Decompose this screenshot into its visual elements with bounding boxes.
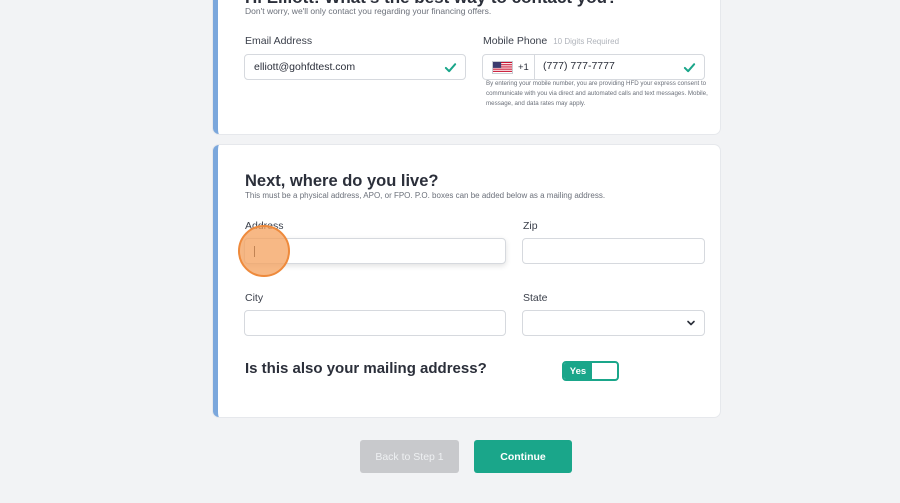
city-input[interactable] (244, 310, 506, 336)
back-to-step-1-button[interactable]: Back to Step 1 (360, 440, 459, 473)
address-card: Next, where do you live? This must be a … (213, 145, 720, 417)
address-heading: Next, where do you live? (245, 172, 439, 190)
us-flag-icon (492, 60, 513, 74)
check-icon (683, 63, 696, 73)
contact-subheading: Don't worry, we'll only contact you rega… (245, 6, 492, 16)
email-label: Email Address (245, 35, 313, 47)
state-label: State (523, 292, 548, 304)
email-value: elliott@gohfdtest.com (254, 61, 356, 73)
mailing-address-toggle[interactable]: Yes (562, 361, 619, 381)
phone-label: Mobile Phone 10 Digits Required (483, 35, 620, 47)
country-code: +1 (518, 61, 529, 73)
check-icon (444, 63, 457, 73)
zip-label: Zip (523, 220, 538, 232)
city-label: City (245, 292, 264, 304)
country-code-selector[interactable]: +1 (483, 55, 535, 79)
email-field[interactable]: elliott@gohfdtest.com (244, 54, 466, 80)
phone-field[interactable]: +1 (777) 777-7777 (482, 54, 705, 80)
address-subheading: This must be a physical address, APO, or… (245, 191, 606, 200)
mailing-address-question: Is this also your mailing address? (245, 360, 487, 377)
continue-button[interactable]: Continue (474, 440, 572, 473)
consent-text: By entering your mobile number, you are … (486, 80, 708, 107)
state-select[interactable] (522, 310, 705, 336)
phone-hint: 10 Digits Required (553, 37, 620, 46)
phone-value: (777) 777-7777 (543, 60, 615, 72)
contact-card: Hi Elliott! What's the best way to conta… (213, 0, 720, 134)
zip-input[interactable] (522, 238, 705, 264)
touch-indicator (238, 225, 290, 277)
toggle-yes-label: Yes (564, 363, 592, 379)
chevron-down-icon (687, 320, 695, 326)
